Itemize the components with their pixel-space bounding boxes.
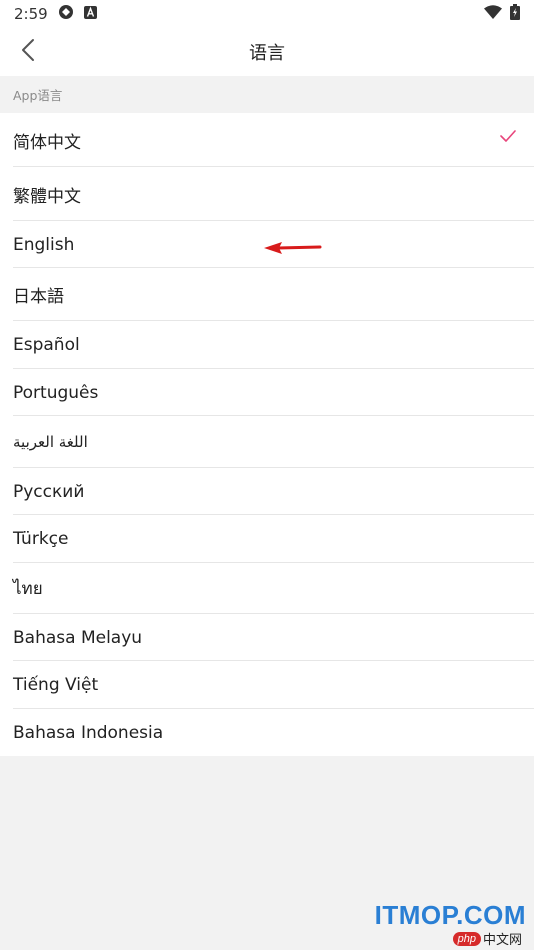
notification-a-icon bbox=[83, 5, 97, 23]
annotation-arrow-icon bbox=[262, 240, 322, 260]
status-time: 2:59 bbox=[14, 5, 48, 23]
language-item-zh-hant[interactable]: 繁體中文 bbox=[0, 167, 534, 221]
status-left: 2:59 bbox=[14, 4, 97, 24]
language-label: Português bbox=[13, 382, 99, 403]
language-label: 简体中文 bbox=[13, 132, 81, 153]
language-label: 繁體中文 bbox=[13, 186, 81, 207]
check-icon bbox=[500, 127, 516, 147]
language-item-vi[interactable]: Tiếng Việt bbox=[0, 661, 534, 709]
watermark-sub: php 中文网 bbox=[452, 929, 522, 948]
language-label: 日本語 bbox=[13, 287, 64, 307]
watermark-brand: ITMOP.COM bbox=[374, 900, 526, 930]
language-label: Tiếng Việt bbox=[13, 675, 99, 695]
app-bar: 语言 bbox=[0, 28, 534, 76]
watermark: ITMOP.COM php 中文网 bbox=[375, 901, 526, 948]
language-item-ms[interactable]: Bahasa Melayu bbox=[0, 614, 534, 661]
sync-icon bbox=[58, 4, 74, 24]
language-label: اللغة العربية bbox=[13, 433, 88, 451]
wifi-icon bbox=[484, 5, 502, 23]
status-bar: 2:59 bbox=[0, 0, 534, 28]
language-item-ru[interactable]: Русский bbox=[0, 468, 534, 515]
language-label: ไทย bbox=[13, 579, 43, 599]
language-label: Русский bbox=[13, 481, 85, 502]
language-item-zh-hans[interactable]: 简体中文 bbox=[0, 113, 534, 167]
status-right bbox=[484, 4, 520, 24]
watermark-php-badge: php bbox=[452, 931, 481, 946]
language-item-tr[interactable]: Türkçe bbox=[0, 515, 534, 563]
page-title: 语言 bbox=[249, 43, 285, 64]
chevron-left-icon bbox=[21, 38, 35, 66]
section-header: App语言 bbox=[0, 76, 534, 113]
language-label: Türkçe bbox=[13, 529, 69, 549]
language-item-pt[interactable]: Português bbox=[0, 369, 534, 416]
language-label: English bbox=[13, 234, 75, 255]
language-item-id[interactable]: Bahasa Indonesia bbox=[0, 709, 534, 756]
battery-charging-icon bbox=[510, 4, 520, 24]
language-item-ja[interactable]: 日本語 bbox=[0, 268, 534, 321]
language-label: Español bbox=[13, 335, 80, 355]
language-item-th[interactable]: ไทย bbox=[0, 563, 534, 614]
language-item-ar[interactable]: اللغة العربية bbox=[0, 416, 534, 468]
back-button[interactable] bbox=[12, 36, 44, 68]
watermark-cn: 中文网 bbox=[482, 933, 522, 948]
language-list: 简体中文 繁體中文 English 日本語 Español Português … bbox=[0, 113, 534, 756]
language-label: Bahasa Indonesia bbox=[13, 722, 164, 743]
language-label: Bahasa Melayu bbox=[13, 627, 143, 648]
language-item-es[interactable]: Español bbox=[0, 321, 534, 369]
